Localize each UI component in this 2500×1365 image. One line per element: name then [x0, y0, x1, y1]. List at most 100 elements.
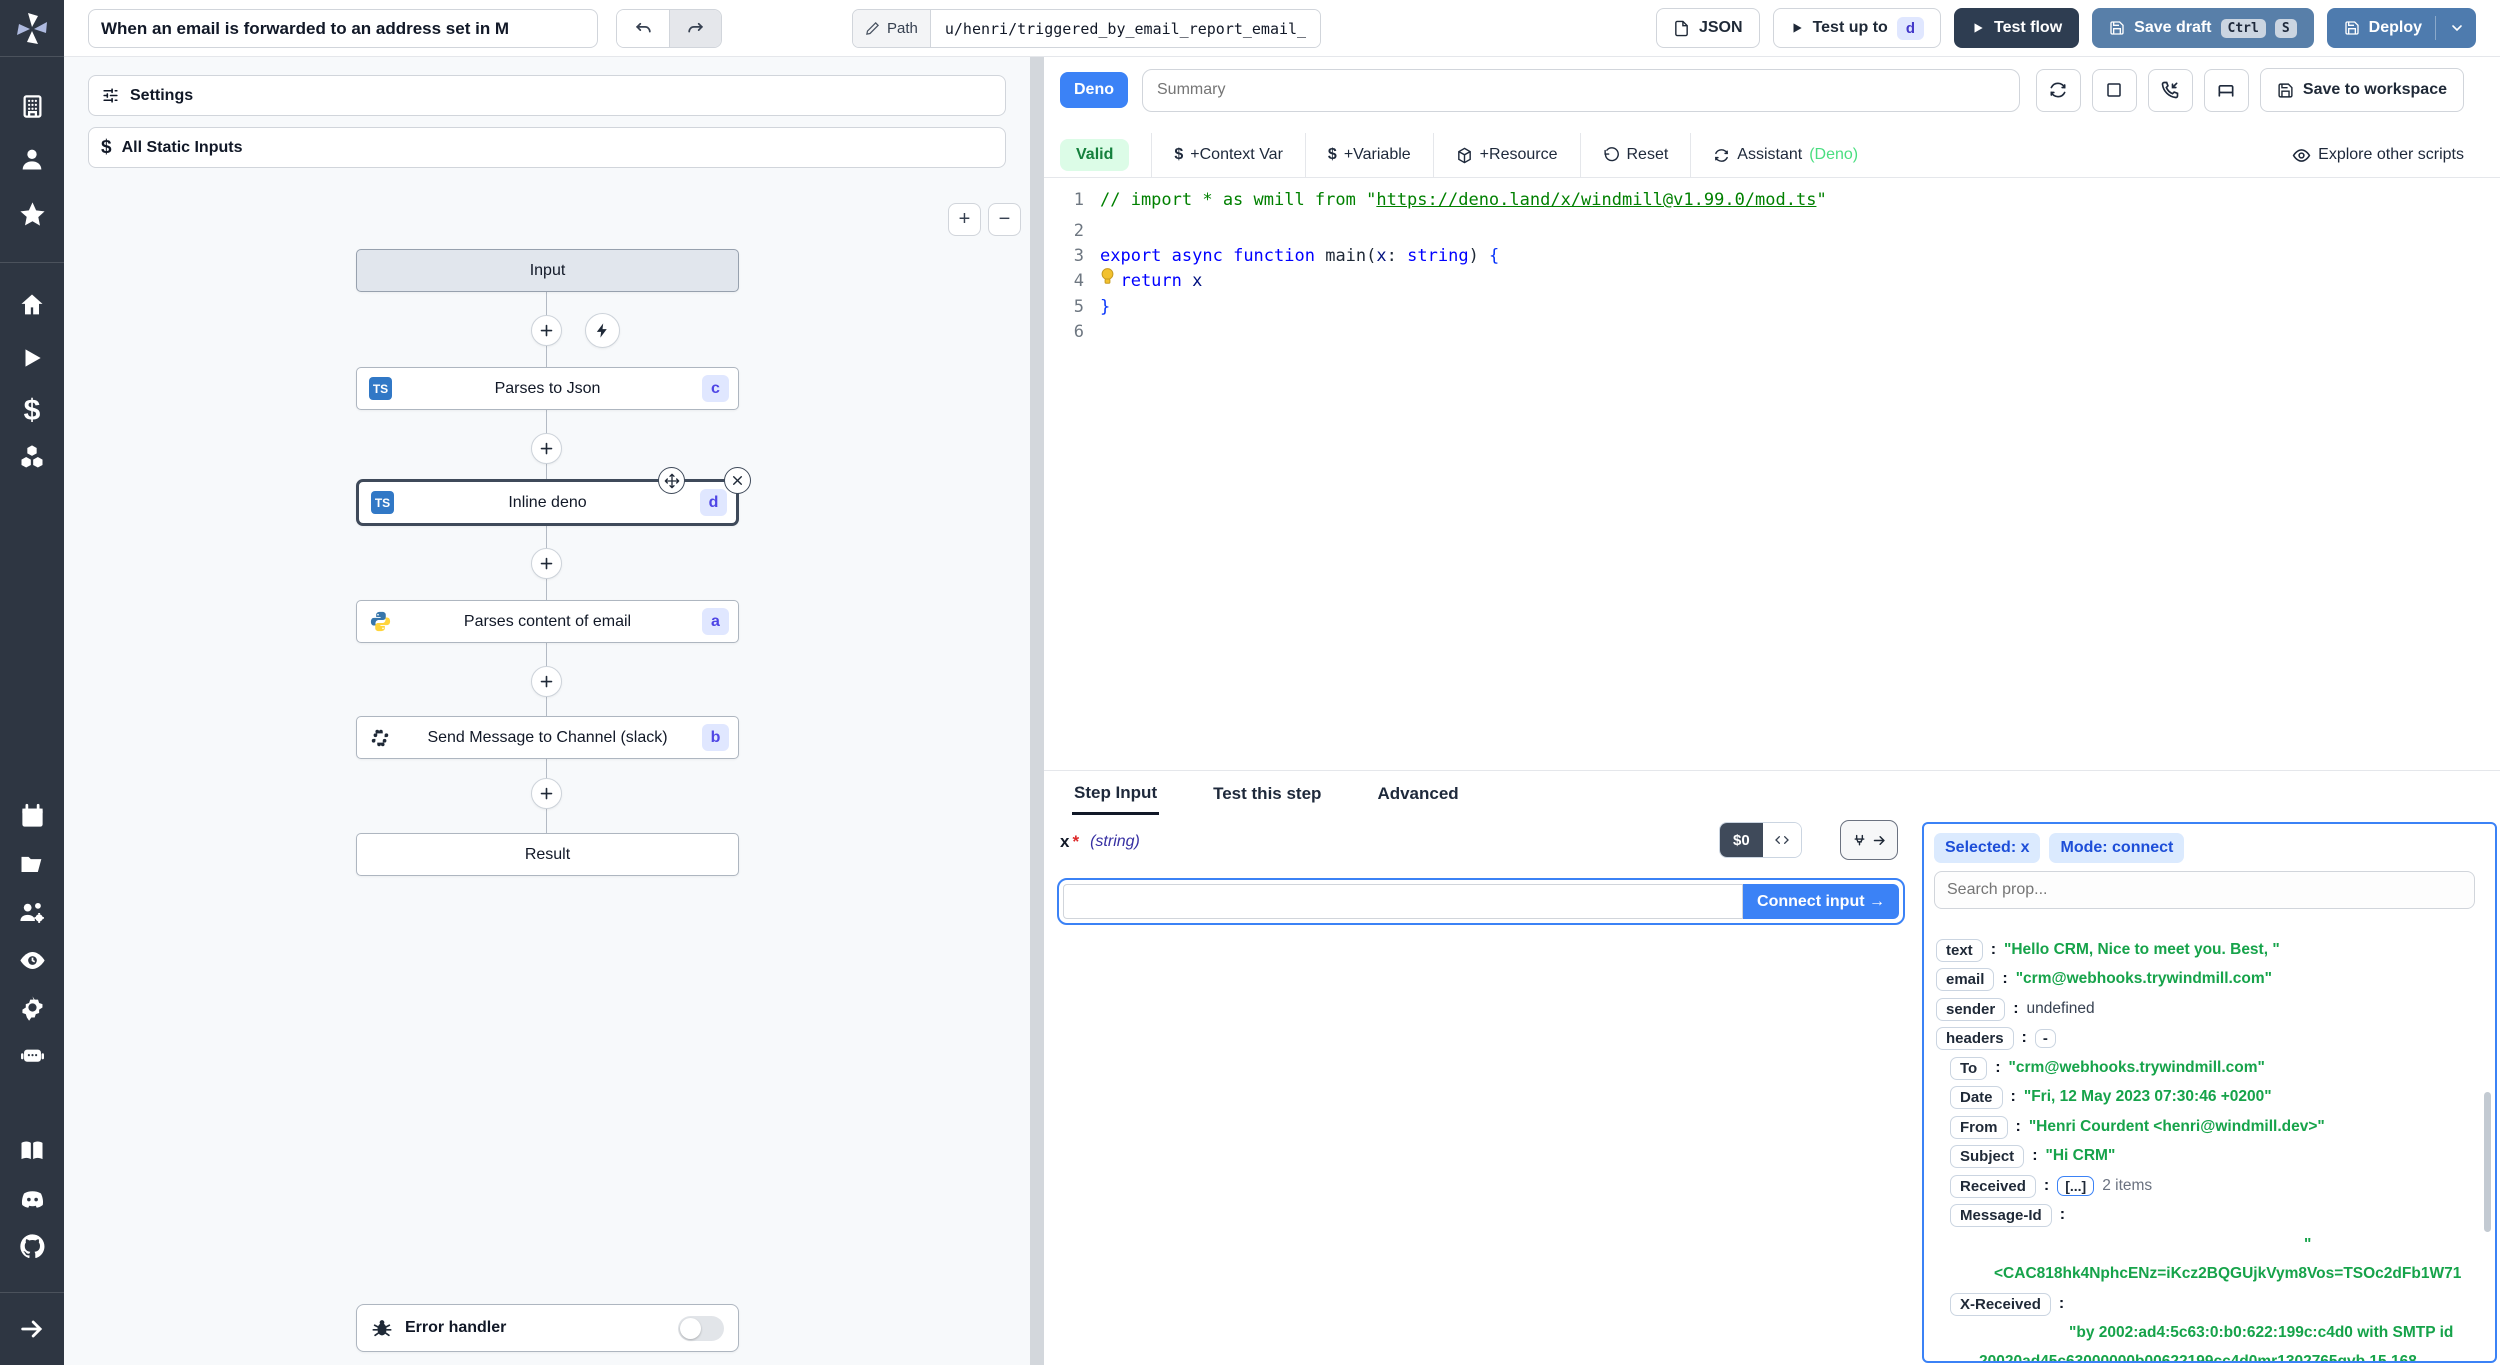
test-flow-button[interactable]: Test flow — [1953, 8, 2080, 48]
trigger-bolt-button[interactable] — [585, 313, 620, 348]
save-draft-button[interactable]: Save draft Ctrl S — [2092, 8, 2314, 48]
prop-row: sender: undefined — [1936, 995, 2095, 1023]
panel-resize-handle[interactable] — [1030, 57, 1044, 1365]
flow-node-parses-to-json[interactable]: TS Parses to Json c — [356, 367, 739, 410]
flow-node-input[interactable]: Input — [356, 249, 739, 292]
step-id-badge: a — [702, 608, 729, 635]
diff-icon-button[interactable] — [2203, 68, 2249, 112]
star-icon[interactable] — [0, 200, 64, 229]
add-resource-button[interactable]: +Resource — [1456, 146, 1558, 164]
add-step-button[interactable] — [531, 666, 562, 697]
left-sidebar: $ — [0, 0, 64, 1365]
zoom-in-button[interactable]: + — [948, 203, 981, 236]
add-step-button[interactable] — [531, 315, 562, 346]
expand-arrow-icon[interactable] — [0, 1315, 64, 1343]
schedules-calendar-icon[interactable] — [0, 803, 64, 830]
github-icon[interactable] — [0, 1232, 64, 1261]
deploy-button[interactable]: Deploy — [2326, 8, 2476, 48]
assistant-button[interactable]: Assistant (Deno) — [1713, 146, 1858, 164]
typescript-icon: TS — [369, 377, 392, 400]
play-icon — [1793, 23, 1802, 33]
settings-gear-icon[interactable] — [0, 993, 64, 1022]
pencil-icon — [866, 21, 880, 35]
collapse-toggle[interactable]: - — [2034, 1028, 2056, 1048]
save-to-workspace-button[interactable]: Save to workspace — [2259, 68, 2464, 112]
home-icon[interactable] — [0, 291, 64, 319]
collapsed-array-pill[interactable]: [...] — [2057, 1176, 2095, 1196]
delete-node-button[interactable] — [724, 467, 751, 494]
flow-title-input[interactable] — [88, 9, 598, 48]
summary-input[interactable] — [1142, 68, 2020, 112]
top-bar: Path u/henri/triggered_by_email_report_e… — [64, 0, 2500, 57]
file-json-icon — [1675, 20, 1688, 36]
maximize-icon-button[interactable] — [2091, 68, 2137, 112]
runs-play-icon[interactable] — [0, 345, 64, 371]
dollar-icon: $ — [1174, 146, 1184, 163]
all-static-inputs-row[interactable]: $ All Static Inputs — [88, 127, 1006, 168]
phone-incoming-button[interactable] — [2147, 68, 2193, 112]
move-node-button[interactable] — [658, 467, 685, 494]
script-editor-panel: Deno Save to workspace Valid $+C — [1044, 57, 2500, 1365]
code-mode-segment[interactable] — [1762, 823, 1801, 857]
plus-icon — [540, 787, 553, 800]
groups-users-gear-icon[interactable] — [0, 898, 64, 927]
tree-scrollbar[interactable] — [2484, 1092, 2491, 1232]
prop-row: To: "crm@webhooks.trywindmill.com" — [1950, 1054, 2265, 1082]
docs-book-icon[interactable] — [0, 1137, 64, 1165]
required-asterisk: * — [1072, 832, 1080, 851]
flow-node-parses-content[interactable]: Parses content of email a — [356, 600, 739, 643]
add-step-button[interactable] — [531, 778, 562, 809]
prop-row: text: "Hello CRM, Nice to meet you. Best… — [1936, 936, 2280, 964]
add-variable-button[interactable]: $ +Variable — [1328, 146, 1411, 164]
field-type: (string) — [1090, 833, 1140, 850]
windmill-logo-icon[interactable] — [0, 10, 64, 48]
code-editor[interactable]: 1 2 3 4 5 6 // import * as wmill from "h… — [1044, 179, 2500, 770]
resources-cubes-icon[interactable] — [0, 443, 64, 471]
kbd-ctrl: Ctrl — [2220, 18, 2266, 38]
redo-button[interactable] — [669, 10, 721, 47]
sync-icon-button[interactable] — [2035, 68, 2081, 112]
flow-node-send-slack-message[interactable]: Send Message to Channel (slack) b — [356, 716, 739, 759]
flow-node-result[interactable]: Result — [356, 833, 739, 876]
prop-picker-panel: Selected: x Mode: connect text: "Hello C… — [1922, 822, 2497, 1363]
connect-expression-input[interactable] — [1063, 884, 1744, 919]
folders-icon[interactable] — [0, 851, 64, 879]
error-handler-toggle[interactable] — [678, 1315, 724, 1341]
reset-button[interactable]: Reset — [1603, 146, 1668, 164]
path-field[interactable]: Path u/henri/triggered_by_email_report_e… — [852, 9, 1322, 48]
explore-other-scripts-button[interactable]: Explore other scripts — [2292, 146, 2464, 165]
refresh-icon — [1715, 148, 1729, 162]
add-step-button[interactable] — [531, 433, 562, 464]
connect-mode-button[interactable] — [1840, 820, 1898, 860]
tab-advanced[interactable]: Advanced — [1375, 774, 1460, 813]
input-mode-toggle[interactable]: $0 — [1719, 822, 1802, 858]
step-id-badge: b — [702, 724, 729, 751]
assistant-lang: (Deno) — [1809, 146, 1859, 163]
test-up-to-button[interactable]: Test up to d — [1772, 8, 1941, 48]
static-mode-segment[interactable]: $0 — [1720, 823, 1763, 857]
zoom-out-button[interactable]: − — [988, 203, 1021, 236]
dollar-icon: $ — [1327, 146, 1337, 163]
variables-dollar-icon[interactable]: $ — [0, 394, 64, 428]
dollar-icon: $ — [101, 136, 112, 158]
save-icon — [2344, 21, 2359, 35]
json-button[interactable]: JSON — [1655, 8, 1760, 48]
tab-step-input[interactable]: Step Input — [1072, 773, 1160, 815]
add-step-button[interactable] — [531, 548, 562, 579]
connect-input-button[interactable]: Connect input → — [1743, 884, 1899, 919]
step-id-badge: d — [700, 489, 727, 516]
workspace-building-icon[interactable] — [0, 93, 64, 120]
discord-icon[interactable] — [0, 1185, 64, 1214]
error-handler-node[interactable]: Error handler — [356, 1304, 739, 1352]
prop-search-input[interactable] — [1934, 871, 2475, 909]
bolt-icon — [596, 323, 607, 338]
undo-button[interactable] — [617, 10, 669, 47]
tab-test-this-step[interactable]: Test this step — [1211, 774, 1323, 813]
add-context-var-button[interactable]: $ +Context Var — [1174, 146, 1283, 164]
audit-eye-icon[interactable] — [0, 946, 64, 975]
user-icon[interactable] — [0, 145, 64, 173]
flow-settings-row[interactable]: Settings — [88, 75, 1006, 116]
workers-robot-icon[interactable] — [0, 1040, 64, 1069]
prop-row: X-Received: — [1950, 1290, 2064, 1318]
close-icon — [733, 476, 742, 485]
